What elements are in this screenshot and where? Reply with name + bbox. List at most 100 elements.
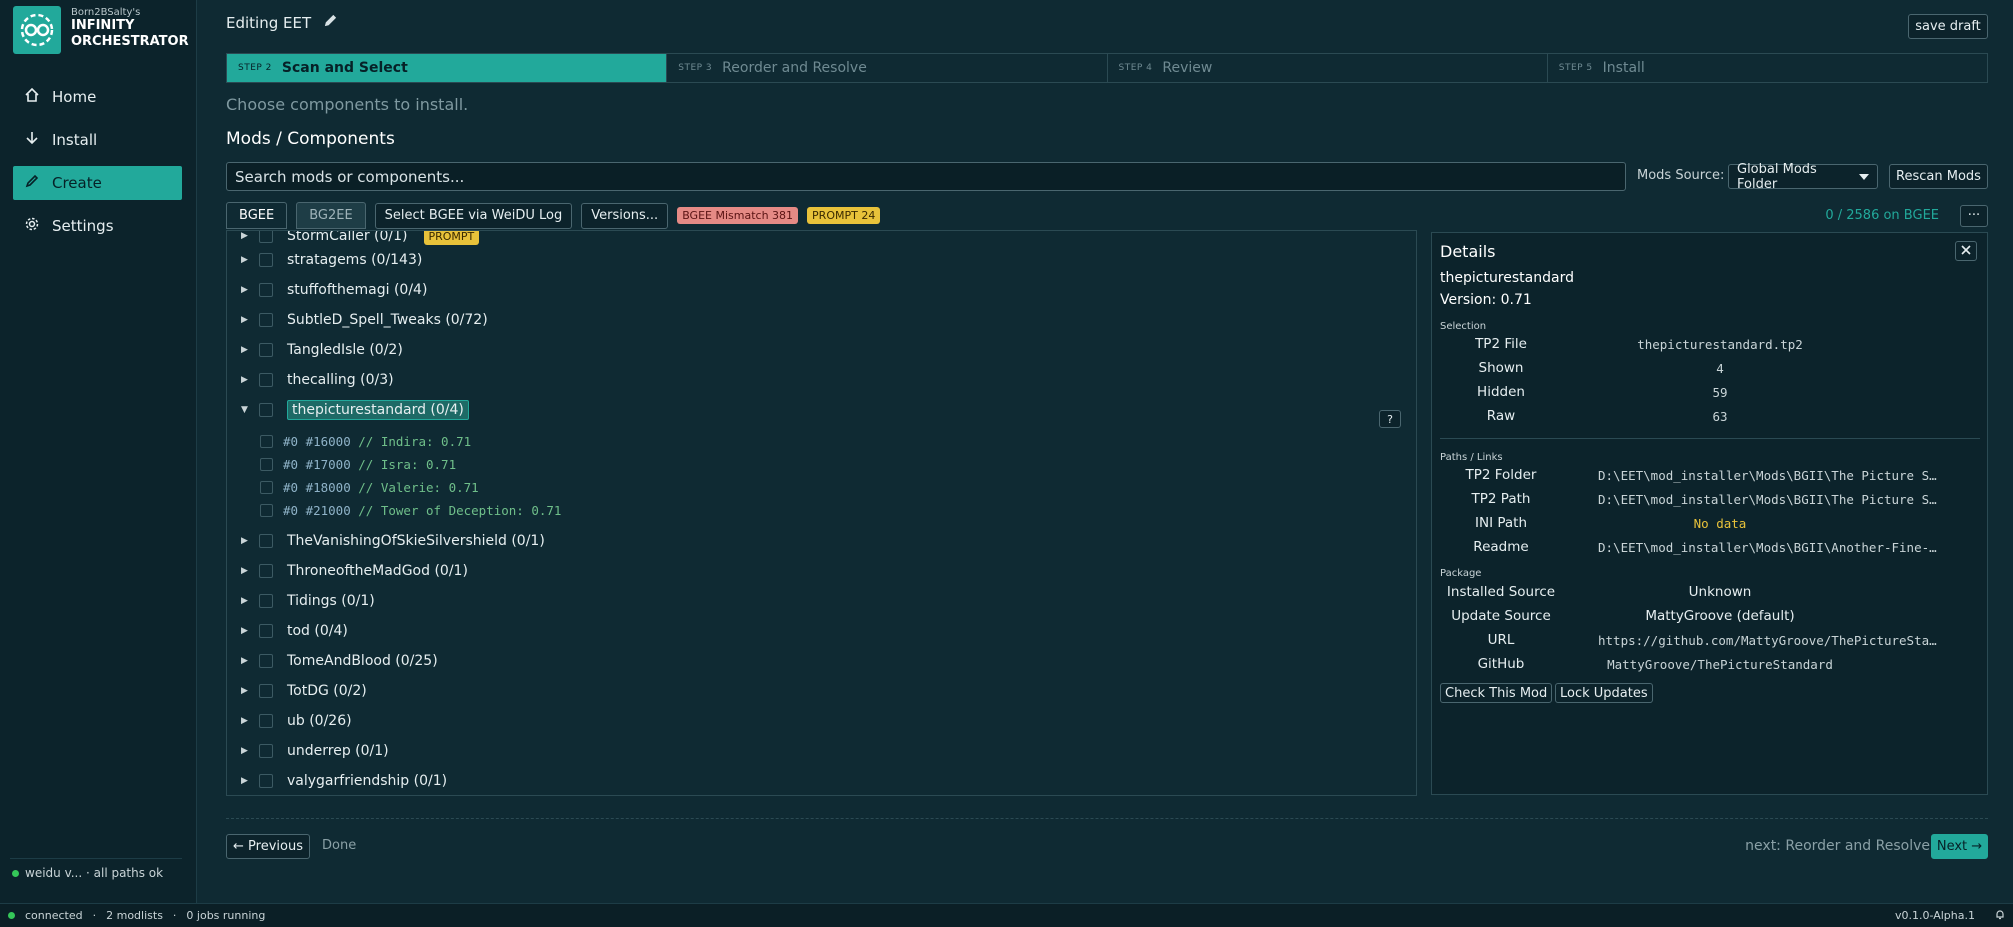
tree-row[interactable]: ▶ TotDG (0/2): [241, 679, 367, 703]
checkbox[interactable]: [259, 744, 273, 758]
tree-row[interactable]: ▶ ub (0/26): [241, 709, 352, 733]
more-options-button[interactable]: ···: [1960, 204, 1988, 227]
tree-row[interactable]: ▶ stratagems (0/143): [241, 248, 422, 272]
component-row[interactable]: #0 #18000 // Valerie: 0.71: [260, 477, 479, 497]
checkbox[interactable]: [259, 253, 273, 267]
tab-bg2ee[interactable]: BG2EE: [296, 202, 366, 229]
detail-value[interactable]: D:\EET\mod_installer\Mods\BGII\The Pictu…: [1570, 492, 1940, 507]
expand-arrow-icon[interactable]: ▶: [241, 536, 251, 546]
rescan-mods-button[interactable]: Rescan Mods: [1889, 164, 1988, 189]
expand-arrow-icon[interactable]: ▶: [241, 746, 251, 756]
game-tabs-row: BGEE BG2EE Select BGEE via WeiDU Log Ver…: [226, 202, 1988, 229]
step-scan-and-select[interactable]: STEP 2 Scan and Select: [227, 54, 668, 82]
tab-bgee[interactable]: BGEE: [226, 202, 288, 229]
search-input[interactable]: Search mods or components...: [226, 162, 1626, 191]
step-reorder-and-resolve[interactable]: STEP 3 Reorder and Resolve: [667, 54, 1108, 82]
expand-arrow-icon[interactable]: ▶: [241, 656, 251, 666]
expand-arrow-icon[interactable]: ▶: [241, 686, 251, 696]
tree-row[interactable]: ▶ StormCaller (0/1) PROMPT: [241, 231, 480, 248]
checkbox[interactable]: [259, 313, 273, 327]
checkbox[interactable]: [259, 654, 273, 668]
home-icon: [24, 87, 40, 107]
tree-row[interactable]: ▶ underrep (0/1): [241, 739, 389, 763]
expand-arrow-icon[interactable]: ▶: [241, 566, 251, 576]
collapse-arrow-icon[interactable]: ▼: [241, 405, 251, 415]
checkbox[interactable]: [259, 624, 273, 638]
component-row[interactable]: #0 #17000 // Isra: 0.71: [260, 454, 456, 474]
versions-button[interactable]: Versions...: [581, 202, 669, 229]
lock-updates-button[interactable]: Lock Updates: [1555, 683, 1653, 703]
separator-dot: ·: [92, 909, 97, 922]
tree-row-selected[interactable]: ▼ thepicturestandard (0/4): [241, 398, 469, 422]
help-button[interactable]: ?: [1379, 410, 1401, 428]
tree-row[interactable]: ▶ valygarfriendship (0/1): [241, 769, 447, 793]
tree-row[interactable]: ▶ tod (0/4): [241, 619, 348, 643]
save-draft-button[interactable]: save draft: [1908, 14, 1988, 39]
next-button[interactable]: Next →: [1931, 834, 1988, 859]
detail-value[interactable]: D:\EET\mod_installer\Mods\BGII\The Pictu…: [1570, 468, 1940, 483]
checkbox[interactable]: [259, 714, 273, 728]
step-install[interactable]: STEP 5 Install: [1548, 54, 1987, 82]
expand-arrow-icon[interactable]: ▶: [241, 255, 251, 265]
edit-pencil-icon[interactable]: [323, 13, 338, 32]
detail-key: Update Source: [1451, 608, 1551, 624]
tree-row[interactable]: ▶ TomeAndBlood (0/25): [241, 649, 438, 673]
checkbox[interactable]: [259, 373, 273, 387]
previous-button[interactable]: ← Previous: [226, 834, 310, 859]
mods-source-select[interactable]: Global Mods Folder: [1728, 162, 1878, 192]
checkbox[interactable]: [260, 457, 273, 471]
mod-label: stratagems (0/143): [287, 252, 423, 268]
tree-row[interactable]: ▶ ThroneoftheMadGod (0/1): [241, 559, 468, 583]
expand-arrow-icon[interactable]: ▶: [241, 345, 251, 355]
checkbox[interactable]: [259, 403, 273, 417]
expand-arrow-icon[interactable]: ▶: [241, 231, 251, 241]
bell-icon[interactable]: [1995, 909, 2005, 923]
tree-row[interactable]: ▶ stuffofthemagi (0/4): [241, 278, 427, 302]
mod-label: TotDG (0/2): [287, 683, 367, 699]
checkbox[interactable]: [259, 343, 273, 357]
next-step-label: next: Reorder and Resolve: [1745, 838, 1930, 854]
expand-arrow-icon[interactable]: ▶: [241, 596, 251, 606]
sidebar-item-create[interactable]: Create: [13, 166, 182, 200]
checkbox[interactable]: [259, 534, 273, 548]
close-icon: [1961, 243, 1971, 259]
checkbox[interactable]: [259, 231, 273, 243]
component-tree[interactable]: ▶ StormCaller (0/1) PROMPT ▶ stratagems (…: [226, 230, 1417, 796]
component-row[interactable]: #0 #16000 // Indira: 0.71: [260, 431, 471, 451]
tree-row[interactable]: ▶ Tidings (0/1): [241, 589, 375, 613]
detail-value[interactable]: MattyGroove/ThePictureStandard: [1570, 657, 1870, 672]
detail-value[interactable]: D:\EET\mod_installer\Mods\BGII\Another-F…: [1570, 540, 1940, 555]
checkbox[interactable]: [260, 434, 273, 448]
done-button[interactable]: Done: [322, 838, 356, 853]
select-weidu-log-button[interactable]: Select BGEE via WeiDU Log: [374, 202, 573, 229]
checkbox[interactable]: [260, 503, 273, 517]
step-review[interactable]: STEP 4 Review: [1108, 54, 1548, 82]
expand-arrow-icon[interactable]: ▶: [241, 716, 251, 726]
sidebar-item-settings[interactable]: Settings: [13, 209, 182, 243]
checkbox[interactable]: [259, 564, 273, 578]
tree-row[interactable]: ▶ TangledIsle (0/2): [241, 338, 403, 362]
checkbox[interactable]: [259, 283, 273, 297]
checkbox[interactable]: [259, 684, 273, 698]
mismatch-badge[interactable]: BGEE Mismatch 381: [677, 207, 799, 224]
details-panel: Details thepicturestandard Version: 0.71…: [1431, 232, 1988, 795]
expand-arrow-icon[interactable]: ▶: [241, 285, 251, 295]
detail-value[interactable]: https://github.com/MattyGroove/ThePictur…: [1570, 633, 1940, 648]
tree-row[interactable]: ▶ TheVanishingOfSkieSilvershield (0/1): [241, 529, 545, 553]
tree-row[interactable]: ▶ SubtleD_Spell_Tweaks (0/72): [241, 308, 488, 332]
expand-arrow-icon[interactable]: ▶: [241, 776, 251, 786]
close-details-button[interactable]: [1955, 241, 1977, 261]
prompt-badge[interactable]: PROMPT 24: [807, 207, 881, 224]
mod-label: TheVanishingOfSkieSilvershield (0/1): [287, 533, 545, 549]
expand-arrow-icon[interactable]: ▶: [241, 375, 251, 385]
expand-arrow-icon[interactable]: ▶: [241, 315, 251, 325]
tree-row[interactable]: ▶ thecalling (0/3): [241, 368, 394, 392]
sidebar-item-install[interactable]: Install: [13, 123, 182, 157]
check-this-mod-button[interactable]: Check This Mod: [1440, 683, 1553, 703]
checkbox[interactable]: [259, 594, 273, 608]
checkbox[interactable]: [259, 774, 273, 788]
checkbox[interactable]: [260, 480, 273, 494]
expand-arrow-icon[interactable]: ▶: [241, 626, 251, 636]
sidebar-item-home[interactable]: Home: [13, 80, 182, 114]
component-row[interactable]: #0 #21000 // Tower of Deception: 0.71: [260, 500, 561, 520]
